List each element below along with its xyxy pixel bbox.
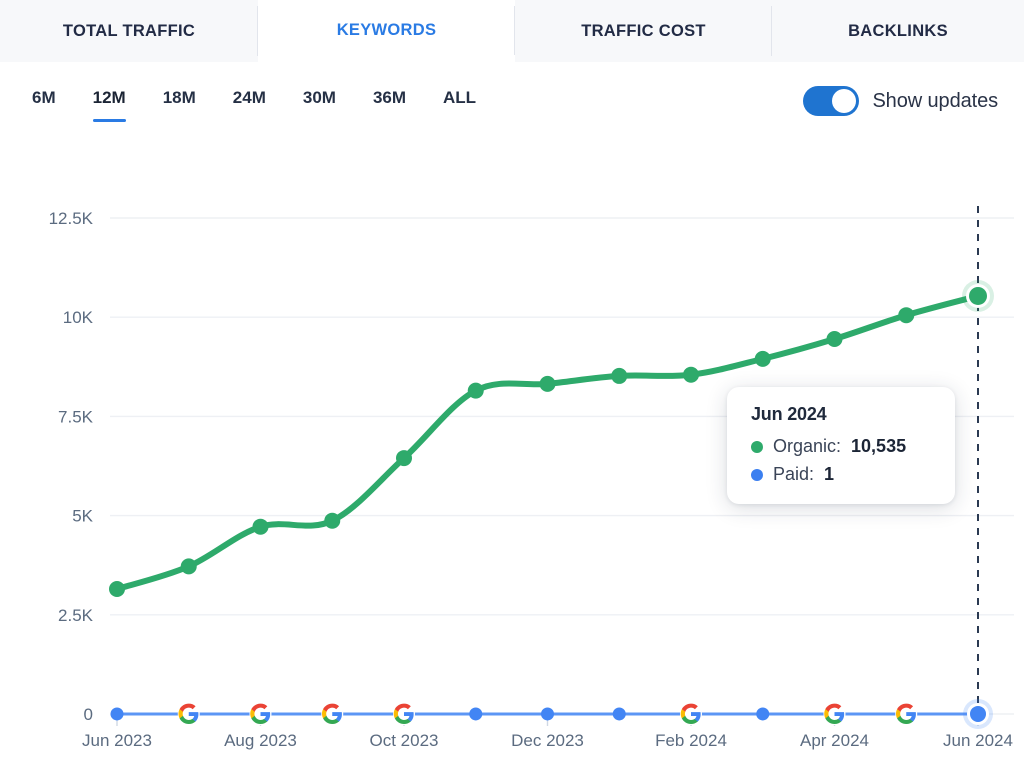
tab-backlinks[interactable]: BACKLINKS (772, 0, 1024, 62)
organic-data-point[interactable] (683, 366, 699, 383)
range-label: 6M (32, 88, 56, 107)
range-label: 18M (162, 88, 196, 107)
toggle-knob (832, 89, 857, 113)
x-axis-tick-label: Jun 2024 (943, 731, 1013, 750)
range-label: 36M (372, 88, 407, 107)
organic-data-point[interactable] (252, 518, 269, 535)
organic-data-point[interactable] (467, 382, 484, 399)
organic-data-point[interactable] (898, 307, 915, 324)
organic-data-point[interactable] (539, 375, 556, 392)
organic-dot-icon (751, 440, 763, 453)
y-axis-tick-label: 5K (72, 507, 93, 526)
toggle-switch-on-icon[interactable] (803, 86, 860, 116)
tooltip-title: Jun 2024 (751, 404, 827, 424)
keywords-chart: 0 2.5K 5K 7.5K 10K 12.5K Jun 2023 Aug 2023 Oct … (0, 144, 1024, 777)
y-axis-labels: 0 2.5K 5K 7.5K 10K 12.5K (49, 209, 94, 724)
tooltip-row-paid: Paid: 1 (751, 464, 935, 485)
tab-total-traffic[interactable]: TOTAL TRAFFIC (0, 0, 258, 62)
tab-label: TRAFFIC COST (581, 21, 706, 40)
range-label: ALL (443, 88, 477, 107)
organic-data-point[interactable] (969, 286, 987, 305)
tab-traffic-cost[interactable]: TRAFFIC COST (515, 0, 772, 62)
organic-data-point[interactable] (611, 367, 628, 384)
x-axis-tick-label: Apr 2024 (800, 731, 869, 750)
range-option-all[interactable]: ALL (443, 88, 476, 122)
tab-label: KEYWORDS (336, 21, 437, 39)
tab-keywords[interactable]: KEYWORDS (258, 0, 515, 62)
tooltip-organic-label: Organic: (773, 436, 842, 456)
tooltip-paid-value: 1 (824, 464, 835, 484)
paid-data-point[interactable] (756, 707, 770, 721)
range-label: 30M (302, 88, 336, 107)
paid-data-point[interactable] (110, 707, 124, 721)
chart-controls: 6M 12M 18M 24M 30M 36M ALL Show updates (0, 62, 1024, 144)
x-axis-tick-label: Feb 2024 (655, 731, 727, 750)
tab-bar: TOTAL TRAFFIC KEYWORDS TRAFFIC COST BACK… (0, 0, 1024, 62)
organic-data-point[interactable] (826, 331, 843, 348)
organic-data-point[interactable] (109, 581, 125, 598)
organic-data-point[interactable] (396, 450, 412, 467)
tab-label: BACKLINKS (848, 21, 948, 40)
tab-label: TOTAL TRAFFIC (62, 21, 196, 40)
paid-data-point[interactable] (541, 707, 554, 721)
y-axis-tick-label: 7.5K (58, 407, 94, 426)
x-axis-tick-label: Jun 2023 (82, 731, 152, 750)
organic-data-point[interactable] (180, 558, 197, 575)
organic-data-point[interactable] (324, 512, 341, 529)
tooltip-row-organic: Organic: 10,535 (751, 436, 935, 457)
range-option-18m[interactable]: 18M (163, 88, 196, 122)
x-axis-tick-label: Dec 2023 (511, 731, 584, 750)
y-axis-tick-label: 10K (63, 308, 94, 327)
show-updates-toggle[interactable]: Show updates (803, 86, 998, 116)
x-axis-tick-label: Oct 2023 (370, 731, 439, 750)
range-option-12m[interactable]: 12M (92, 88, 126, 122)
y-axis-tick-label: 0 (84, 705, 93, 724)
paid-dot-icon (751, 468, 763, 481)
x-axis-tick-label: Aug 2023 (224, 731, 297, 750)
y-axis-tick-label: 12.5K (49, 209, 94, 228)
time-range-selector: 6M 12M 18M 24M 30M 36M ALL (32, 88, 476, 122)
paid-data-point[interactable] (612, 707, 626, 721)
range-option-6m[interactable]: 6M (32, 88, 56, 122)
x-axis-labels: Jun 2023 Aug 2023 Oct 2023 Dec 2023 Feb 2024… (82, 731, 1013, 750)
range-option-24m[interactable]: 24M (233, 88, 266, 122)
range-label: 12M (92, 88, 126, 107)
range-label: 24M (232, 88, 266, 107)
paid-data-point[interactable] (970, 705, 986, 722)
range-option-30m[interactable]: 30M (303, 88, 336, 122)
range-option-36m[interactable]: 36M (373, 88, 406, 122)
show-updates-label: Show updates (872, 89, 998, 112)
paid-data-point[interactable] (469, 707, 483, 721)
tooltip-paid-label: Paid: (773, 464, 815, 484)
y-axis-tick-label: 2.5K (58, 606, 94, 625)
tooltip-organic-value: 10,535 (851, 436, 907, 456)
organic-data-point[interactable] (754, 350, 771, 367)
chart-tooltip: Jun 2024 Organic: 10,535 Paid: 1 (727, 387, 955, 504)
